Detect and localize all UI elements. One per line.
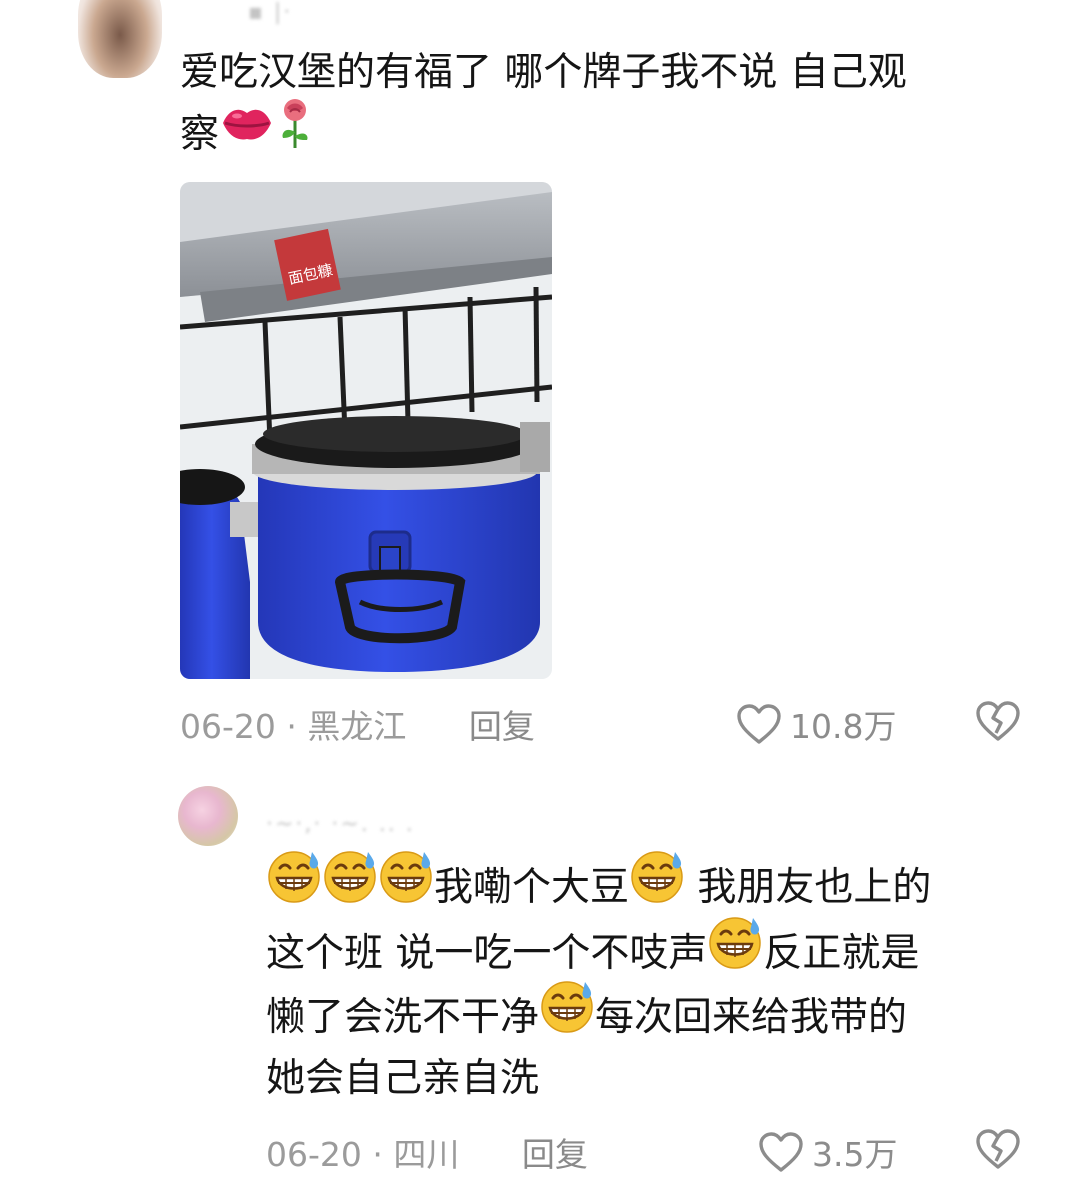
like-count: 3.5万 (812, 1135, 898, 1174)
meta-separator: · (286, 707, 297, 746)
grinning-sweat-emoji (629, 848, 685, 923)
comment-text-line: 爱吃汉堡的有福了 哪个牌子我不说 自己观 (180, 50, 907, 95)
comment-date: 06-20 (266, 1135, 362, 1174)
comment-meta: 06-20 · 黑龙江 回复 (180, 700, 535, 748)
like-button[interactable]: 10.8万 (736, 700, 896, 748)
comment-text-line: 察 (180, 99, 315, 169)
avatar[interactable] (178, 786, 238, 846)
comment-photo[interactable]: 面包糠 (180, 182, 552, 679)
broken-heart-icon (976, 1129, 1020, 1169)
kiss-lips-icon (219, 101, 275, 164)
comment-location: 四川 (393, 1135, 460, 1174)
comment-location: 黑龙江 (307, 707, 407, 746)
grinning-sweat-emoji (539, 978, 595, 1053)
heart-icon (737, 704, 781, 744)
reply-button[interactable]: 回复 (469, 707, 535, 746)
avatar[interactable] (78, 0, 162, 78)
like-count: 10.8万 (790, 707, 897, 746)
grinning-sweat-emoji (707, 914, 763, 989)
username[interactable]: ▪ |· (248, 0, 292, 25)
like-button[interactable]: 3.5万 (758, 1128, 897, 1176)
dislike-button[interactable] (975, 1128, 1021, 1174)
comment-text-line: 懒了会洗不干净 每次回来给我带的 (266, 981, 907, 1053)
comment-date: 06-20 (180, 707, 276, 746)
comment-text-line: 她会自己亲自洗 (266, 1056, 540, 1101)
username[interactable]: ·~·,· ·~. .. . (266, 812, 415, 837)
heart-icon (759, 1132, 803, 1172)
reply-button[interactable]: 回复 (522, 1135, 588, 1174)
rose-icon (275, 96, 315, 169)
meta-separator: · (372, 1135, 383, 1174)
comment-meta: 06-20 · 四川 回复 (266, 1128, 588, 1176)
broken-heart-icon (976, 701, 1020, 741)
grinning-sweat-emoji (322, 848, 378, 923)
comment-text-line: 我嘞个大豆 我朋友也上的 (266, 851, 931, 923)
dislike-button[interactable] (975, 700, 1021, 746)
grinning-sweat-emoji (378, 848, 434, 923)
grinning-sweat-emoji (266, 848, 322, 923)
